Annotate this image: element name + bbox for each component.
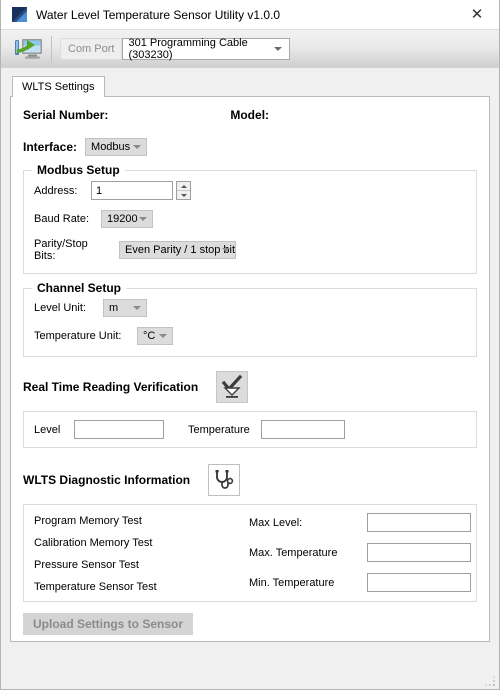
- modbus-setup-group: Modbus Setup Address: 1 Baud Rate: 192: [23, 170, 477, 274]
- realtime-level-label: Level: [34, 424, 67, 436]
- tab-bar: WLTS Settings: [10, 76, 490, 97]
- list-item: Pressure Sensor Test: [34, 559, 249, 571]
- tab-label: WLTS Settings: [22, 81, 95, 93]
- baud-rate-label: Baud Rate:: [34, 213, 94, 225]
- parity-row: Parity/Stop Bits: Even Parity / 1 stop b…: [34, 238, 466, 262]
- serial-number-label: Serial Number:: [23, 108, 108, 122]
- realtime-readings-box: Level Temperature: [23, 411, 477, 448]
- parity-selected-value: Even Parity / 1 stop bit: [125, 244, 235, 256]
- address-increment-button[interactable]: [177, 182, 190, 191]
- address-row: Address: 1: [34, 181, 466, 200]
- channel-setup-group: Channel Setup Level Unit: m Temperature …: [23, 288, 477, 357]
- min-temperature-label: Min. Temperature: [249, 577, 367, 589]
- interface-label: Interface:: [23, 140, 77, 154]
- diagnostics-title: WLTS Diagnostic Information: [23, 473, 190, 487]
- baud-rate-row: Baud Rate: 19200: [34, 210, 466, 228]
- chevron-down-icon: [133, 145, 141, 149]
- list-item: Program Memory Test: [34, 515, 249, 527]
- comport-select[interactable]: 301 Programming Cable (303230): [122, 38, 290, 60]
- comport-selected-value: 301 Programming Cable (303230): [128, 37, 289, 61]
- chevron-down-icon: [274, 47, 282, 51]
- realtime-level-value: [74, 420, 164, 439]
- diagnostics-header: WLTS Diagnostic Information: [23, 464, 477, 496]
- toolbar-separator: [51, 36, 52, 62]
- temperature-unit-label: Temperature Unit:: [34, 330, 130, 342]
- level-unit-select[interactable]: m: [103, 299, 147, 317]
- diagnostics-box: Program Memory Test Calibration Memory T…: [23, 504, 477, 602]
- upload-settings-button[interactable]: Upload Settings to Sensor: [23, 613, 193, 635]
- level-unit-label: Level Unit:: [34, 302, 96, 314]
- toolbar: Com Port 301 Programming Cable (303230): [1, 30, 499, 68]
- interface-row: Interface: Modbus: [23, 138, 477, 156]
- max-temperature-row: Max. Temperature: [249, 543, 471, 562]
- temperature-unit-row: Temperature Unit: °C: [34, 327, 466, 345]
- check-download-icon: [221, 375, 243, 399]
- level-unit-row: Level Unit: m: [34, 299, 466, 317]
- max-temperature-label: Max. Temperature: [249, 547, 367, 559]
- address-spin-buttons[interactable]: [176, 181, 191, 200]
- chevron-down-icon: [133, 306, 141, 310]
- temperature-unit-selected-value: °C: [143, 330, 155, 342]
- baud-rate-select[interactable]: 19200: [101, 210, 153, 228]
- diagnostics-readings: Max Level: Max. Temperature Min. Tempera…: [249, 513, 471, 593]
- status-bar: [1, 651, 499, 689]
- tab-area: WLTS Settings Serial Number: Model: Inte…: [1, 68, 499, 651]
- resize-grip-icon[interactable]: [484, 675, 496, 687]
- chevron-down-icon: [222, 248, 230, 252]
- stethoscope-icon: [213, 468, 235, 492]
- application-window: Water Level Temperature Sensor Utility v…: [0, 0, 500, 690]
- address-stepper[interactable]: 1: [91, 181, 191, 200]
- interface-select[interactable]: Modbus: [85, 138, 147, 156]
- realtime-read-button[interactable]: [216, 371, 248, 403]
- min-temperature-row: Min. Temperature: [249, 573, 471, 592]
- identity-row: Serial Number: Model:: [23, 108, 477, 122]
- title-bar: Water Level Temperature Sensor Utility v…: [1, 0, 499, 30]
- diagnostics-grid: Program Memory Test Calibration Memory T…: [34, 513, 466, 593]
- max-level-row: Max Level:: [249, 513, 471, 532]
- chevron-down-icon: [159, 334, 167, 338]
- diagnostics-test-list: Program Memory Test Calibration Memory T…: [34, 513, 249, 593]
- chevron-down-icon: [139, 217, 147, 221]
- address-label: Address:: [34, 185, 84, 197]
- tab-wlts-settings[interactable]: WLTS Settings: [12, 76, 105, 97]
- min-temperature-value: [367, 573, 471, 592]
- list-item: Calibration Memory Test: [34, 537, 249, 549]
- parity-label: Parity/Stop Bits:: [34, 238, 112, 262]
- realtime-title: Real Time Reading Verification: [23, 380, 198, 394]
- app-logo-icon: [12, 7, 27, 22]
- chevron-up-icon: [181, 185, 187, 188]
- realtime-header: Real Time Reading Verification: [23, 371, 477, 403]
- comport-label: Com Port: [60, 38, 122, 60]
- connect-monitor-icon[interactable]: [13, 36, 43, 62]
- realtime-temperature-value: [261, 420, 345, 439]
- interface-selected-value: Modbus: [91, 141, 130, 153]
- address-decrement-button[interactable]: [177, 191, 190, 199]
- address-input[interactable]: 1: [91, 181, 173, 200]
- max-level-value: [367, 513, 471, 532]
- realtime-readings-row: Level Temperature: [34, 420, 466, 439]
- tab-panel-wlts-settings: Serial Number: Model: Interface: Modbus …: [10, 96, 490, 642]
- max-temperature-value: [367, 543, 471, 562]
- parity-select[interactable]: Even Parity / 1 stop bit: [119, 241, 236, 259]
- window-title: Water Level Temperature Sensor Utility v…: [36, 8, 280, 22]
- chevron-down-icon: [181, 194, 187, 197]
- model-label: Model:: [230, 108, 269, 122]
- realtime-temperature-label: Temperature: [188, 424, 254, 436]
- channel-setup-title: Channel Setup: [32, 281, 126, 295]
- max-level-label: Max Level:: [249, 517, 367, 529]
- close-button[interactable]: ✕: [455, 0, 499, 29]
- diagnostics-run-button[interactable]: [208, 464, 240, 496]
- list-item: Temperature Sensor Test: [34, 581, 249, 593]
- temperature-unit-select[interactable]: °C: [137, 327, 173, 345]
- level-unit-selected-value: m: [109, 302, 118, 314]
- baud-rate-selected-value: 19200: [107, 213, 138, 225]
- modbus-setup-title: Modbus Setup: [32, 163, 125, 177]
